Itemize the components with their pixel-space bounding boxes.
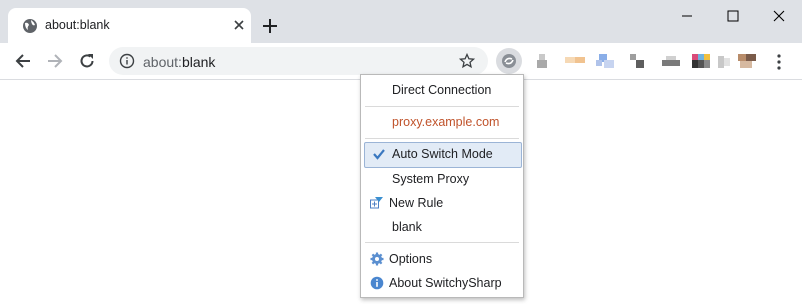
window-close-button[interactable]: [756, 0, 802, 32]
extension-icon[interactable]: [630, 54, 644, 68]
more-vert-icon[interactable]: [775, 53, 783, 71]
checkmark-icon: [372, 147, 386, 161]
minimize-button[interactable]: [664, 0, 710, 32]
menu-item-proxy-profile[interactable]: proxy.example.com: [361, 110, 523, 134]
address-bar[interactable]: about:blank: [109, 47, 488, 75]
globe-icon: [22, 18, 38, 34]
menu-item-options[interactable]: Options: [361, 247, 523, 271]
extension-icon[interactable]: [738, 54, 756, 68]
star-icon[interactable]: [458, 52, 476, 69]
switchysharp-extension-icon[interactable]: [496, 48, 522, 74]
menu-item-auto-switch-mode[interactable]: Auto Switch Mode: [364, 142, 522, 168]
gear-icon: [370, 252, 384, 266]
menu-item-about[interactable]: About SwitchySharp: [361, 271, 523, 295]
close-icon[interactable]: [231, 17, 247, 33]
menu-item-new-rule[interactable]: New Rule: [361, 191, 523, 215]
extension-icon[interactable]: [596, 54, 614, 68]
back-button[interactable]: [13, 51, 33, 71]
menu-separator: [365, 106, 519, 107]
tab-title: about:blank: [45, 18, 110, 32]
forward-button[interactable]: [45, 51, 65, 71]
menu-separator: [365, 242, 519, 243]
maximize-button[interactable]: [710, 0, 756, 32]
menu-item-system-proxy[interactable]: System Proxy: [361, 167, 523, 191]
extension-icon[interactable]: [565, 54, 585, 68]
reload-button[interactable]: [77, 51, 97, 71]
menu-item-direct-connection[interactable]: Direct Connection: [361, 78, 523, 102]
menu-item-rule-blank[interactable]: blank: [361, 215, 523, 239]
new-tab-button[interactable]: [260, 16, 280, 36]
extension-icon[interactable]: [537, 54, 549, 68]
url-text[interactable]: about:blank: [143, 54, 215, 70]
tab-strip: about:blank: [0, 0, 802, 43]
new-rule-icon: [370, 196, 384, 210]
info-icon[interactable]: [119, 53, 135, 69]
info-icon: [370, 276, 384, 290]
tab-about-blank[interactable]: about:blank: [8, 8, 251, 43]
switchysharp-popup-menu: Direct Connection proxy.example.com Auto…: [360, 74, 524, 298]
extension-icon[interactable]: [692, 54, 710, 68]
extension-icon[interactable]: [718, 54, 730, 68]
extension-icon[interactable]: [662, 54, 680, 68]
menu-separator: [365, 138, 519, 139]
